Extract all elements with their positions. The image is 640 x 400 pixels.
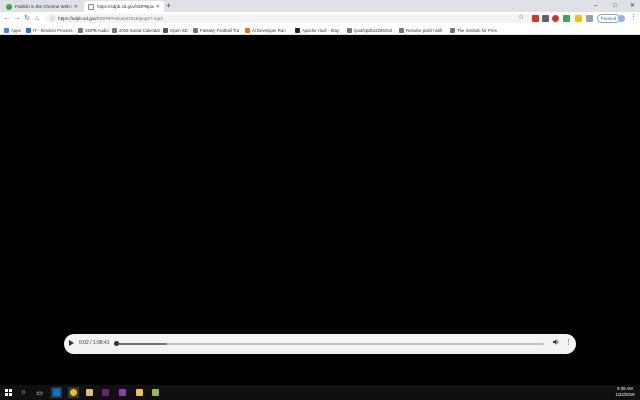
folder-icon <box>136 389 143 396</box>
bookmark-icon <box>193 27 198 33</box>
minimize-button[interactable]: – <box>594 1 597 11</box>
bookmark-label: Apps <box>11 27 21 33</box>
system-clock[interactable]: 9:38 AM 1/22/2019 <box>612 386 638 398</box>
maximize-button[interactable]: □ <box>613 1 617 11</box>
back-button[interactable]: ← <box>2 12 12 25</box>
bookmark-label: SDPB Audio <box>85 27 109 33</box>
close-window-button[interactable]: ✕ <box>630 1 635 11</box>
avatar[interactable] <box>618 15 625 22</box>
bookmarks-bar: Apps IT - Session Process SDPB Audio 201… <box>0 25 640 35</box>
bookmark-icon <box>450 27 455 33</box>
bookmark-icon <box>245 27 250 33</box>
notepad-icon[interactable] <box>150 387 161 398</box>
tab-title: Publish in the Chrome Web Sto <box>15 4 72 9</box>
start-button[interactable] <box>3 387 14 398</box>
bookmark-icon <box>163 27 168 33</box>
chrome-icon[interactable] <box>68 387 79 398</box>
bookmark-icon <box>26 27 31 33</box>
search-icon[interactable]: ○ <box>18 387 29 398</box>
seek-handle[interactable] <box>114 341 119 346</box>
extension-icon-1[interactable] <box>532 15 539 22</box>
bookmark-star-icon[interactable]: ☆ <box>518 13 524 23</box>
media-viewer <box>0 35 640 385</box>
bookmark-label: 2018 Social Calendar <box>119 27 161 33</box>
volume-icon-graphic <box>553 339 559 345</box>
bookmark-label: Fantasy Football Tra <box>200 27 240 33</box>
tab-chrome-web-store[interactable]: Publish in the Chrome Web Sto ✕ <box>2 1 82 12</box>
new-tab-button[interactable]: + <box>166 1 171 11</box>
visual-studio-icon-graphic <box>102 389 109 396</box>
bookmark-icon <box>347 27 352 33</box>
bookmark-label: The Institute for Pres <box>457 27 497 33</box>
bookmark-item[interactable]: Open SD <box>163 26 188 34</box>
bookmark-icon <box>399 27 404 33</box>
bookmark-item[interactable]: 2018 Social Calendar <box>112 26 160 34</box>
more-options-icon[interactable]: ⋮ <box>565 338 572 348</box>
bookmark-label: /pod/spdb42266/Sol <box>354 27 393 33</box>
bookmark-item[interactable]: Fantasy Football Tra <box>193 26 239 34</box>
bookmark-label: IT - Session Process <box>33 27 73 33</box>
close-icon[interactable]: ✕ <box>74 4 78 10</box>
bookmark-label: Apache Hudi - Stay <box>302 27 340 33</box>
home-button[interactable]: ⌂ <box>32 12 42 25</box>
chrome-web-store-icon <box>6 3 12 10</box>
bookmark-label: Open SD <box>170 27 188 33</box>
taskbar <box>0 385 640 400</box>
url-text: https://sdpb.sd.gov/SDPBPodcast/2018/pop… <box>58 16 163 21</box>
play-icon[interactable] <box>69 340 74 346</box>
page-icon <box>88 3 94 10</box>
bookmark-label: Resolve push notifi <box>406 27 443 33</box>
tab-title: https://sdpb.sd.gov/SDPBpodcast/ <box>97 4 154 9</box>
bookmark-item[interactable]: Apps <box>4 26 21 34</box>
extension-icon-3[interactable] <box>552 15 559 22</box>
windows-icon <box>5 389 12 396</box>
paused-sync-button[interactable]: Paused <box>597 14 621 23</box>
bookmark-label: Ai Developer Run <box>252 27 286 33</box>
google-drive-icon[interactable] <box>575 15 582 22</box>
extension-icon-5[interactable] <box>586 15 593 22</box>
bookmark-item[interactable]: /pod/spdb42266/Sol <box>347 26 392 34</box>
tab-strip: Publish in the Chrome Web Sto ✕ https://… <box>0 0 640 12</box>
clock-date: 1/22/2019 <box>615 392 635 397</box>
tab-sdpb-podcast[interactable]: https://sdpb.sd.gov/SDPBpodcast/ ✕ <box>84 1 164 12</box>
bookmark-item[interactable]: Apache Hudi - Stay <box>295 26 339 34</box>
extension-icon-2[interactable] <box>542 15 549 22</box>
bookmark-icon <box>78 27 83 33</box>
close-icon[interactable]: ✕ <box>156 4 160 10</box>
apps-icon <box>4 27 9 33</box>
app-icon[interactable] <box>84 387 95 398</box>
outlook-icon-graphic <box>53 389 60 396</box>
visual-studio-icon-graphic <box>119 389 126 396</box>
seek-bar-buffered <box>116 343 168 345</box>
reload-button[interactable]: ↻ <box>22 12 32 25</box>
menu-icon[interactable]: ⋮ <box>630 13 637 23</box>
file-explorer-icon[interactable] <box>134 387 145 398</box>
bookmark-item[interactable]: SDPB Audio <box>78 26 109 34</box>
task-view-icon[interactable]: ▭ <box>34 387 45 398</box>
bookmark-icon <box>295 27 300 33</box>
bookmark-item[interactable]: The Institute for Pres <box>450 26 497 34</box>
outlook-icon[interactable] <box>51 387 62 398</box>
seek-bar[interactable] <box>116 343 544 345</box>
visual-studio-icon-2[interactable] <box>117 387 128 398</box>
bookmark-item[interactable]: IT - Session Process <box>26 26 73 34</box>
bookmark-icon <box>112 27 117 33</box>
forward-button[interactable]: → <box>12 12 22 25</box>
time-display: 0:02 / 1:08:41 <box>79 340 110 346</box>
app-icon-graphic <box>86 389 93 396</box>
address-bar[interactable]: ⓘ https://sdpb.sd.gov/SDPBPodcast/2018/p… <box>46 14 536 23</box>
chrome-icon-graphic <box>70 389 77 396</box>
visual-studio-icon[interactable] <box>100 387 111 398</box>
volume-icon[interactable] <box>552 338 560 350</box>
notepad-icon-graphic <box>152 389 159 396</box>
bookmark-item[interactable]: Resolve push notifi <box>399 26 442 34</box>
bookmark-item[interactable]: Ai Developer Run <box>245 26 286 34</box>
site-info-icon[interactable]: ⓘ <box>50 15 55 22</box>
extension-icon-4[interactable] <box>563 15 570 22</box>
